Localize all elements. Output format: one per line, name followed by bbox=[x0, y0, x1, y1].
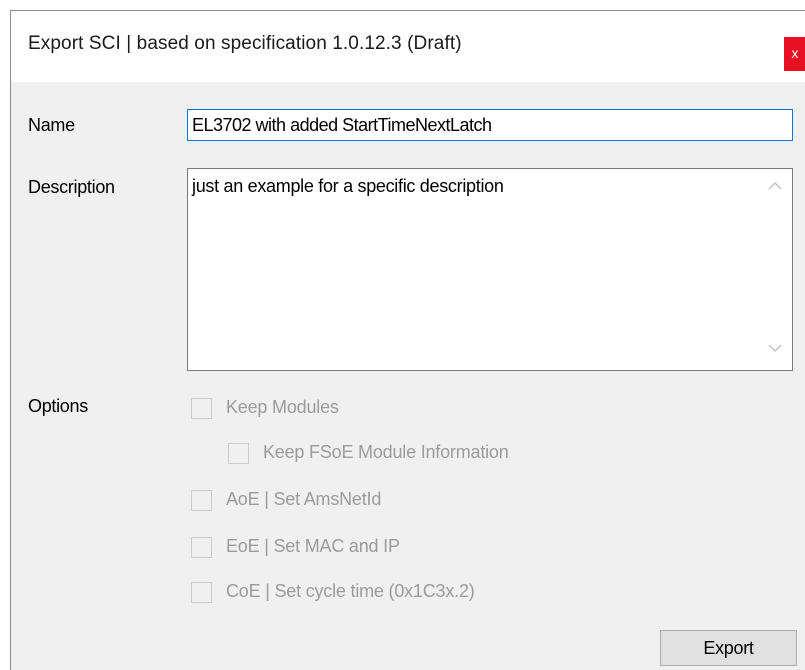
close-icon: x bbox=[791, 45, 799, 61]
description-scrollbar[interactable] bbox=[758, 169, 792, 370]
export-sci-dialog: Export SCI | based on specification 1.0.… bbox=[10, 10, 805, 670]
export-button[interactable]: Export bbox=[660, 630, 797, 666]
scroll-up-icon[interactable] bbox=[766, 180, 784, 194]
eoe-checkbox[interactable] bbox=[191, 537, 212, 558]
aoe-checkbox[interactable] bbox=[191, 490, 212, 511]
description-textarea[interactable]: just an example for a specific descripti… bbox=[187, 168, 793, 371]
dialog-body: Name Description just an example for a s… bbox=[11, 82, 805, 670]
eoe-label: EoE | Set MAC and IP bbox=[226, 536, 400, 556]
close-button[interactable]: x bbox=[784, 37, 805, 71]
options-label: Options bbox=[28, 396, 88, 416]
dialog-title: Export SCI | based on specification 1.0.… bbox=[28, 33, 462, 54]
name-input[interactable] bbox=[187, 109, 793, 141]
aoe-label: AoE | Set AmsNetId bbox=[226, 489, 382, 509]
name-label: Name bbox=[28, 115, 75, 135]
description-text: just an example for a specific descripti… bbox=[192, 176, 504, 196]
keep-fsoe-checkbox[interactable] bbox=[228, 443, 249, 464]
coe-checkbox[interactable] bbox=[191, 582, 212, 603]
keep-fsoe-label: Keep FSoE Module Information bbox=[263, 442, 509, 462]
title-bar[interactable]: Export SCI | based on specification 1.0.… bbox=[11, 11, 805, 82]
scroll-down-icon[interactable] bbox=[766, 342, 784, 356]
keep-modules-checkbox[interactable] bbox=[191, 398, 212, 419]
description-label: Description bbox=[28, 177, 115, 197]
coe-label: CoE | Set cycle time (0x1C3x.2) bbox=[226, 581, 475, 601]
keep-modules-label: Keep Modules bbox=[226, 397, 339, 417]
